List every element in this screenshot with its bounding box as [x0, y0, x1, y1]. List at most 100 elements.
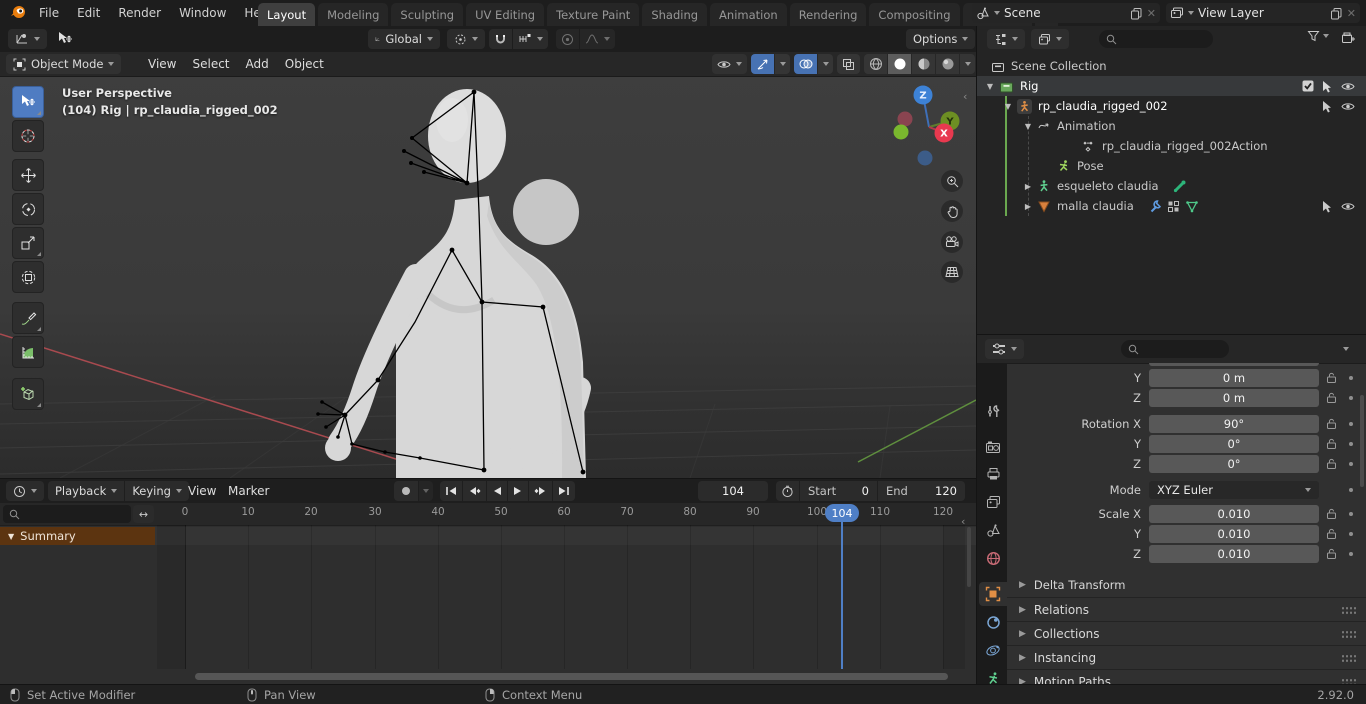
animate-dot[interactable]	[1349, 487, 1353, 492]
viewport-3d[interactable]: Object Mode View Select Add Object User …	[0, 52, 976, 478]
summary-channel[interactable]: ▼ Summary	[0, 527, 155, 545]
timeline-collapse-chevron[interactable]: ‹	[961, 515, 965, 528]
animate-dot[interactable]	[1349, 551, 1353, 556]
snap-toggle-button[interactable]	[489, 29, 512, 49]
rotation-x-field[interactable]: 90°	[1149, 414, 1319, 433]
tool-move[interactable]	[12, 159, 44, 191]
lock-icon[interactable]	[1326, 458, 1337, 470]
expand-arrow[interactable]: ▶	[1023, 182, 1033, 191]
shading-rendered-button[interactable]	[936, 54, 959, 74]
expand-arrow[interactable]: ▼	[1023, 122, 1033, 131]
properties-scrollbar[interactable]	[1360, 395, 1364, 487]
timeline-vscrollbar[interactable]	[967, 527, 971, 587]
lock-icon[interactable]	[1326, 372, 1337, 384]
selectability-icon[interactable]	[1321, 100, 1332, 113]
mode-dropdown[interactable]: Object Mode	[6, 54, 122, 74]
options-dropdown[interactable]: Options	[906, 29, 976, 49]
workspace-tab-uv-editing[interactable]: UV Editing	[466, 3, 545, 26]
rig-selectability-icon[interactable]	[1321, 80, 1332, 93]
jump-to-end-button[interactable]	[553, 481, 575, 501]
viewport-menu-object[interactable]: Object	[277, 52, 332, 76]
blender-logo-icon[interactable]	[9, 4, 27, 22]
animate-dot[interactable]	[1349, 511, 1353, 516]
shading-wireframe-button[interactable]	[864, 54, 887, 74]
tab-armature-data[interactable]	[979, 666, 1007, 685]
tool-add-cube[interactable]	[12, 378, 44, 410]
playhead-frame-badge[interactable]: 104	[825, 504, 859, 522]
outliner-row-pose[interactable]: Pose	[977, 156, 1366, 176]
scale-x-field[interactable]: 0.010	[1149, 504, 1319, 523]
lock-icon[interactable]	[1326, 528, 1337, 540]
panel-drag-grip[interactable]	[1341, 605, 1357, 615]
outliner-display-mode-dropdown[interactable]	[1031, 29, 1069, 49]
outliner-row-mesh[interactable]: ▶ malla claudia	[977, 196, 1366, 216]
gizmos-dropdown[interactable]	[775, 54, 790, 74]
viewport-camera-button[interactable]	[941, 231, 963, 253]
play-reverse-button[interactable]	[487, 481, 507, 501]
menu-file[interactable]: File	[30, 0, 68, 26]
rotation-mode-dropdown[interactable]: XYZ Euler	[1149, 480, 1319, 499]
outliner-filter-dropdown[interactable]	[1307, 30, 1329, 42]
animate-dot[interactable]	[1349, 421, 1353, 426]
tool-select-tweak[interactable]	[12, 86, 44, 118]
rig-exclude-checkbox[interactable]	[1302, 80, 1314, 92]
object-visibility-dropdown[interactable]	[712, 54, 747, 74]
timeline-editor-type-button[interactable]	[6, 481, 44, 501]
viewport-menu-view[interactable]: View	[140, 52, 184, 76]
editor-type-button[interactable]	[8, 29, 47, 49]
workspace-tab-layout[interactable]: Layout	[258, 3, 316, 26]
view-layer-copy-icon[interactable]	[1330, 7, 1343, 20]
timeline-menu-view[interactable]: View	[180, 479, 224, 503]
shading-dropdown[interactable]	[960, 54, 975, 74]
channel-search-input[interactable]	[3, 505, 131, 523]
outliner-row-armature-object[interactable]: ▼ rp_claudia_rigged_002	[977, 96, 1366, 116]
workspace-tab-texture-paint[interactable]: Texture Paint	[547, 3, 640, 26]
location-y-field[interactable]: 0 m	[1149, 368, 1319, 387]
scene-selector[interactable]: Scene ✕	[972, 3, 1160, 23]
tool-scale[interactable]	[12, 227, 44, 259]
scale-y-field[interactable]: 0.010	[1149, 524, 1319, 543]
panel-delta-transform[interactable]: ▶ Delta Transform	[1019, 573, 1366, 597]
scale-z-field[interactable]: 0.010	[1149, 544, 1319, 563]
outliner-editor-type-button[interactable]	[987, 29, 1025, 49]
view-layer-remove-icon[interactable]: ✕	[1347, 7, 1356, 20]
prev-keyframe-button[interactable]	[463, 481, 486, 501]
new-collection-button[interactable]	[1341, 31, 1356, 45]
lock-icon[interactable]	[1326, 392, 1337, 404]
scene-copy-icon[interactable]	[1130, 7, 1143, 20]
selectability-icon[interactable]	[1321, 200, 1332, 213]
transform-orientation-dropdown[interactable]: Global	[368, 29, 440, 49]
tab-physics[interactable]	[979, 638, 1007, 662]
visibility-eye-icon[interactable]	[1341, 201, 1355, 212]
tab-object[interactable]	[979, 582, 1007, 606]
overlays-toggle[interactable]	[794, 54, 817, 74]
outliner-row-animation[interactable]: ▼ Animation	[977, 116, 1366, 136]
lock-icon[interactable]	[1326, 508, 1337, 520]
snap-settings-dropdown[interactable]	[513, 29, 548, 49]
tool-transform[interactable]	[12, 261, 44, 293]
animate-dot[interactable]	[1349, 441, 1353, 446]
properties-search-input[interactable]	[1121, 340, 1229, 358]
proportional-falloff-dropdown[interactable]	[580, 29, 615, 49]
workspace-tab-rendering[interactable]: Rendering	[789, 3, 867, 26]
gizmos-toggle[interactable]	[751, 54, 774, 74]
gizmo-neg-y[interactable]	[893, 124, 909, 140]
rotation-y-field[interactable]: 0°	[1149, 434, 1319, 453]
tool-annotate[interactable]	[12, 302, 44, 334]
channel-filter-toggle[interactable]: ↔	[133, 505, 154, 523]
panel-drag-grip[interactable]	[1341, 653, 1357, 663]
panel-collections[interactable]: ▶ Collections	[1007, 621, 1366, 646]
tool-measure[interactable]	[12, 336, 44, 368]
panel-drag-grip[interactable]	[1341, 629, 1357, 639]
menu-window[interactable]: Window	[170, 0, 235, 26]
location-z-field[interactable]: 0 m	[1149, 388, 1319, 407]
tool-rotate[interactable]	[12, 193, 44, 225]
panel-motion-paths[interactable]: ▶ Motion Paths	[1007, 669, 1366, 685]
panel-instancing[interactable]: ▶ Instancing	[1007, 645, 1366, 670]
viewport-menu-select[interactable]: Select	[184, 52, 237, 76]
timeline-hscrollbar[interactable]	[195, 673, 948, 680]
pivot-point-dropdown[interactable]	[447, 29, 485, 49]
viewport-ortho-toggle-button[interactable]	[941, 261, 963, 283]
expand-arrow[interactable]: ▶	[1023, 202, 1033, 211]
outliner-search-input[interactable]	[1099, 30, 1213, 48]
